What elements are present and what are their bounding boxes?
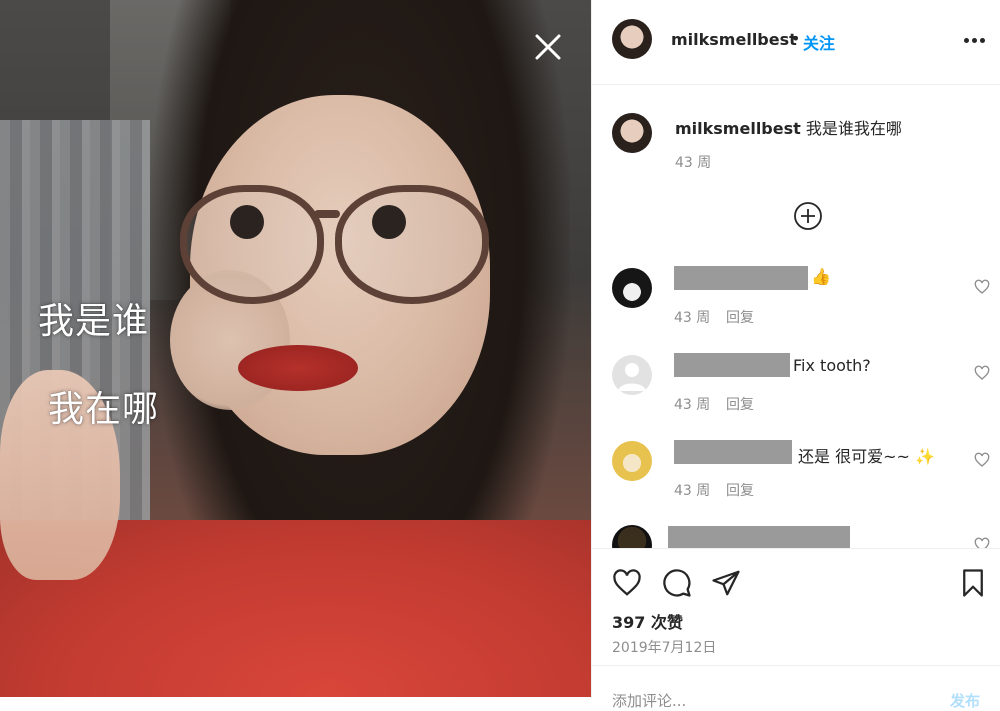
post-details-panel: milksmellbest • 关注 milksmellbest 我是谁我在哪 … bbox=[591, 0, 1000, 710]
comment-avatar[interactable] bbox=[612, 441, 652, 481]
post-header: milksmellbest • 关注 bbox=[592, 0, 1000, 85]
comment-timestamp: 43 周 bbox=[674, 483, 711, 499]
likes-count[interactable]: 397 次赞 bbox=[612, 609, 683, 633]
subject-lips bbox=[238, 345, 358, 391]
comment-avatar[interactable] bbox=[612, 355, 652, 395]
comment-avatar[interactable] bbox=[612, 525, 652, 548]
sticker-text-line1: 我是谁 bbox=[38, 301, 150, 342]
more-horizontal-icon[interactable] bbox=[964, 38, 986, 44]
caption-text: 我是谁我在哪 bbox=[805, 119, 902, 138]
reply-button[interactable]: 回复 bbox=[726, 394, 754, 414]
comment-heart-icon[interactable] bbox=[974, 537, 990, 548]
comment-avatar[interactable] bbox=[612, 268, 652, 308]
comment-heart-icon[interactable] bbox=[974, 452, 990, 468]
comment-text: 👍 bbox=[811, 267, 831, 286]
glasses-left-lens bbox=[180, 185, 324, 304]
glasses-right-lens bbox=[335, 185, 489, 304]
post-comment-button[interactable]: 发布 bbox=[950, 690, 980, 711]
comments-list[interactable]: milksmellbest 我是谁我在哪 43 周 👍 43 周 回复 Fix … bbox=[592, 85, 1000, 548]
post-date: 2019年7月12日 bbox=[612, 640, 717, 656]
redacted-username bbox=[674, 440, 792, 464]
comment-heart-icon[interactable] bbox=[974, 365, 990, 381]
caption: milksmellbest 我是谁我在哪 bbox=[675, 115, 902, 139]
header-username[interactable]: milksmellbest bbox=[671, 30, 797, 49]
post-actions: 397 次赞 2019年7月12日 添加评论... 发布 bbox=[592, 548, 1000, 710]
comment-text: 还是 很可爱~~ ✨ bbox=[798, 447, 935, 466]
follow-button[interactable]: 关注 bbox=[803, 30, 835, 54]
sticker-text-line2: 我在哪 bbox=[48, 389, 160, 430]
caption-username[interactable]: milksmellbest bbox=[675, 119, 801, 138]
comment-text: Fix tooth? bbox=[793, 356, 871, 375]
redacted-username bbox=[674, 353, 790, 377]
heart-icon[interactable] bbox=[612, 568, 642, 598]
subject-eye-left bbox=[230, 205, 264, 239]
share-icon[interactable] bbox=[711, 568, 741, 598]
comment-timestamp: 43 周 bbox=[674, 310, 711, 326]
comment-input[interactable]: 添加评论... bbox=[612, 690, 686, 711]
caption-timestamp: 43 周 bbox=[675, 155, 712, 171]
bookmark-icon[interactable] bbox=[958, 568, 988, 598]
glasses-bridge bbox=[314, 210, 340, 218]
add-comment-bar: 添加评论... 发布 bbox=[592, 665, 1000, 710]
redacted-username bbox=[668, 526, 850, 548]
comment-icon[interactable] bbox=[662, 568, 692, 598]
comment-timestamp: 43 周 bbox=[674, 397, 711, 413]
reply-button[interactable]: 回复 bbox=[726, 307, 754, 327]
subject-eye-right bbox=[372, 205, 406, 239]
caption-avatar[interactable] bbox=[612, 113, 652, 153]
avatar[interactable] bbox=[612, 19, 652, 59]
load-more-comments-icon[interactable] bbox=[793, 201, 823, 231]
redacted-username bbox=[674, 266, 808, 290]
post-image: 我是谁 我在哪 bbox=[0, 0, 591, 697]
header-separator-dot: • bbox=[791, 29, 801, 48]
reply-button[interactable]: 回复 bbox=[726, 480, 754, 500]
default-avatar-icon bbox=[618, 363, 646, 391]
comment-heart-icon[interactable] bbox=[974, 279, 990, 295]
close-icon[interactable] bbox=[534, 33, 562, 61]
